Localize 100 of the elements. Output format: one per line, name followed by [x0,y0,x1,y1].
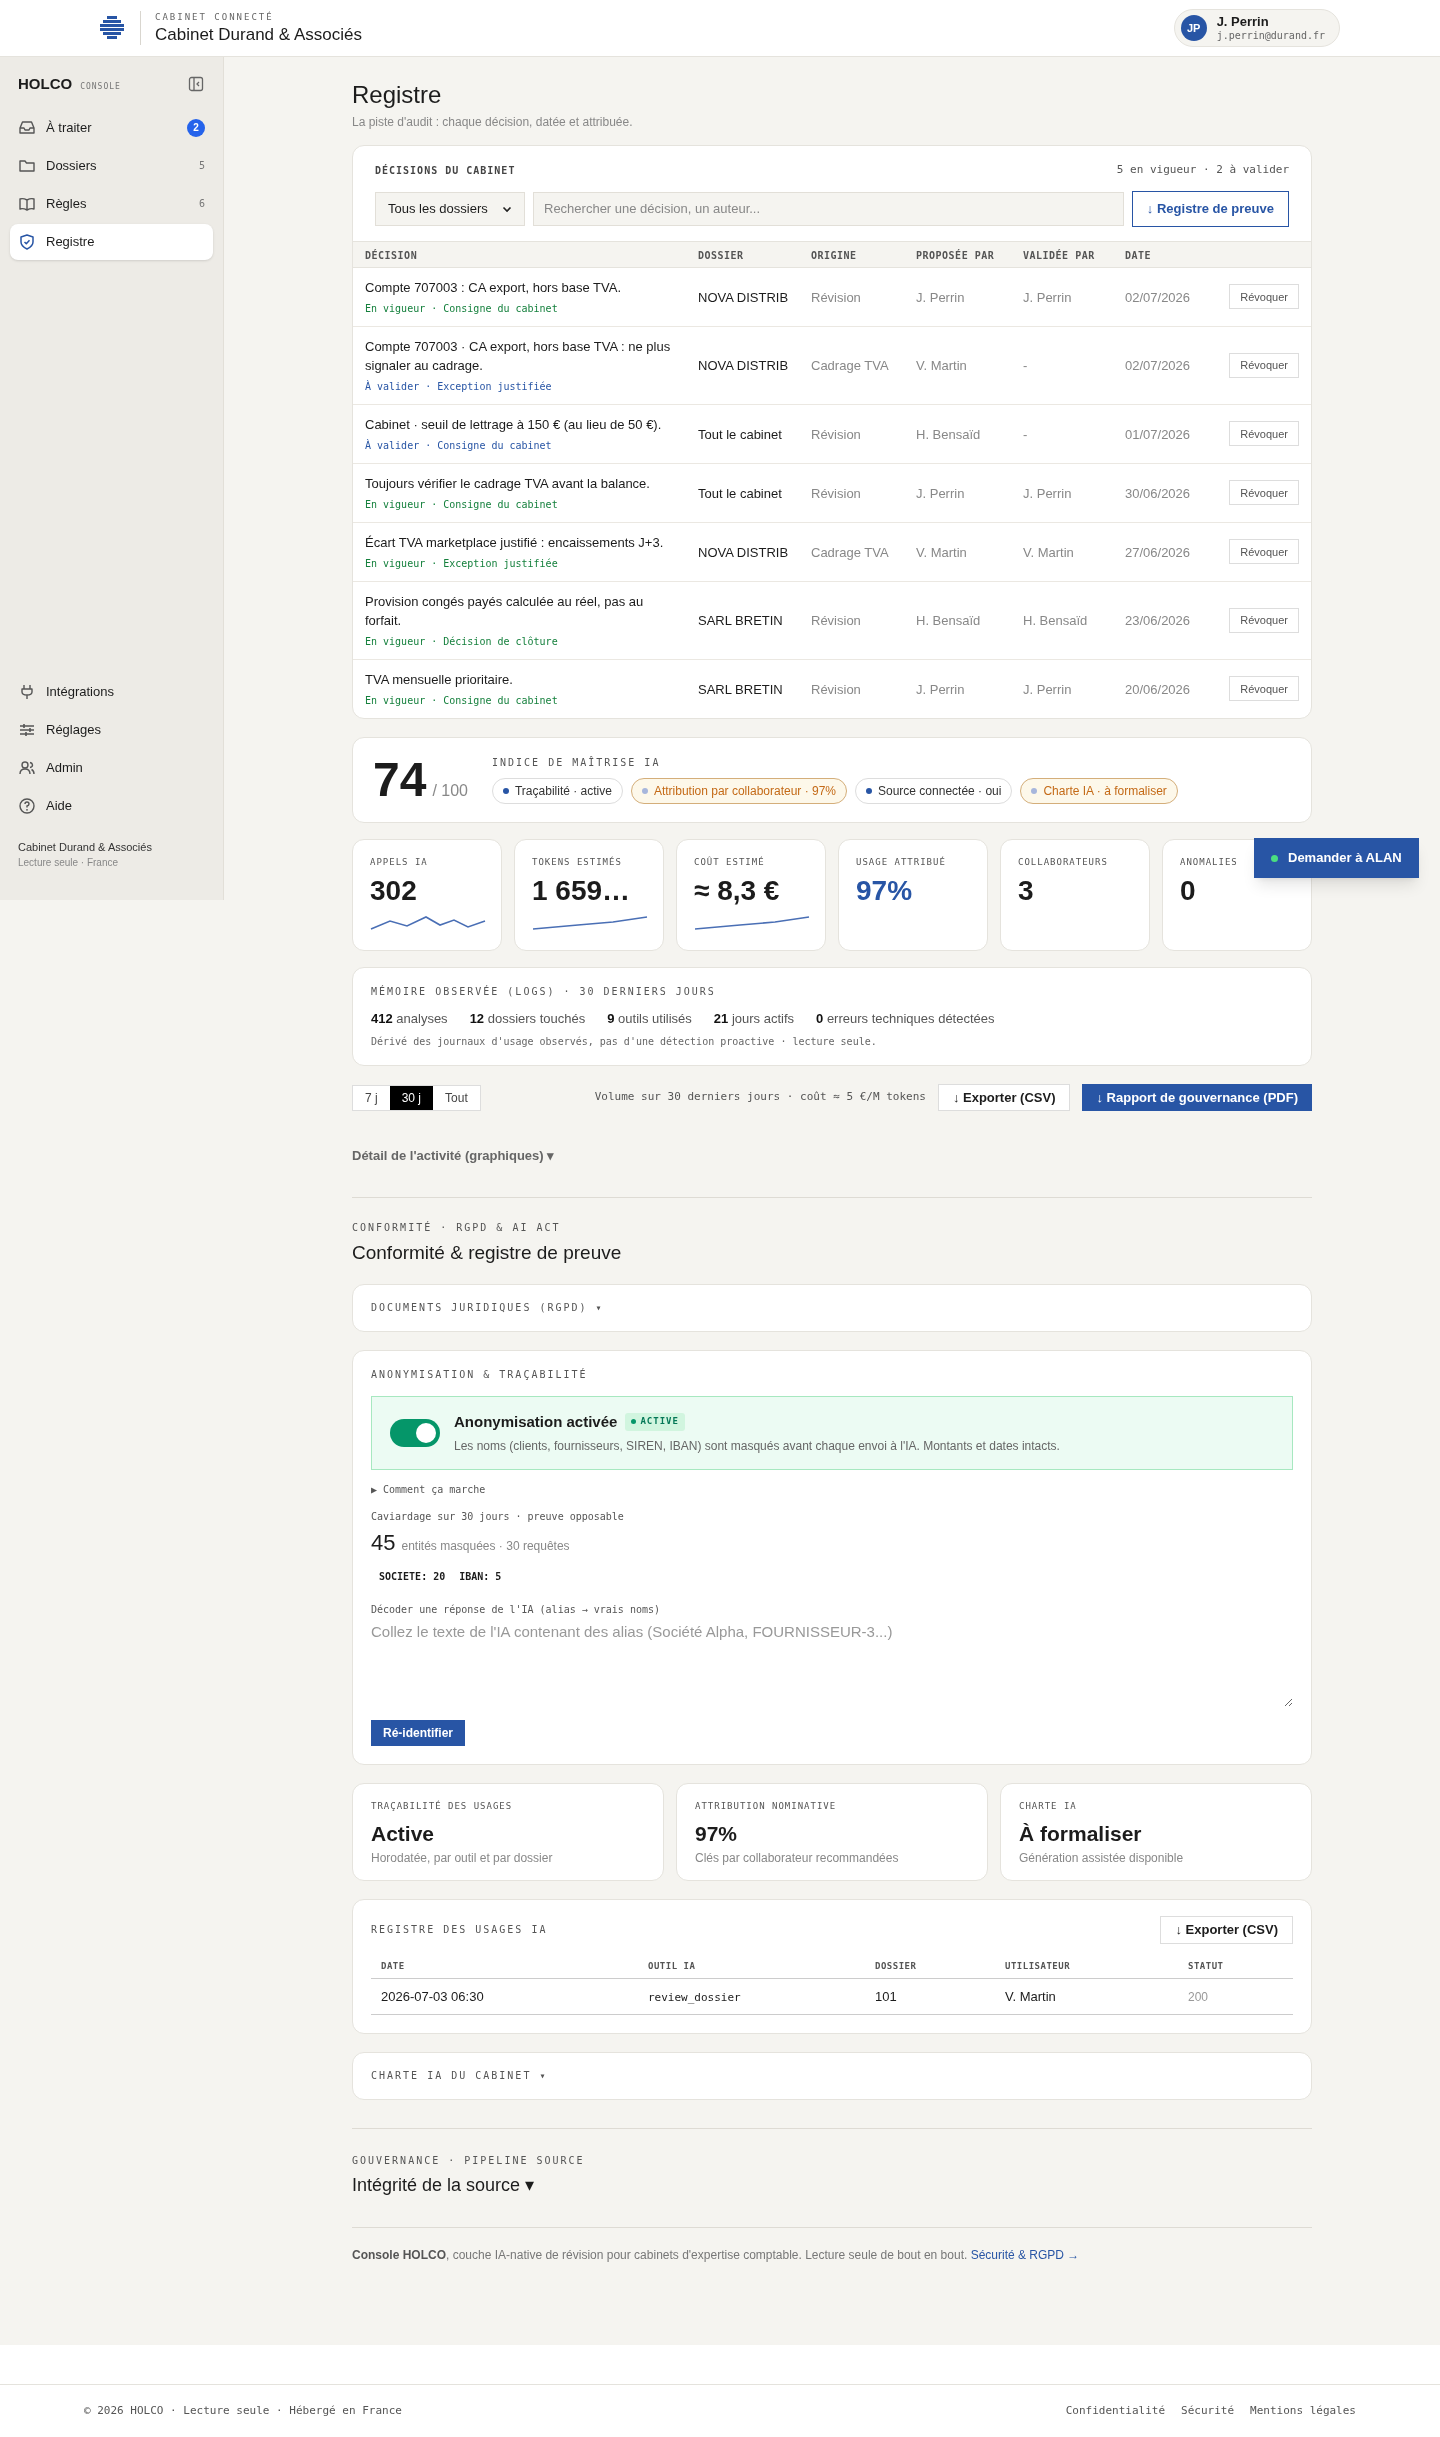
decode-input[interactable]: Collez le texte de l'IA contenant des alias (Société Alpha, FOURNISSEUR-3...) [371,1621,1293,1707]
column-header: STATUT [1188,1960,1224,1971]
range-tab[interactable]: Tout [433,1085,480,1110]
folder-select[interactable]: Tous les dossiers [375,191,525,226]
table-cell: Tout le cabinet [698,426,782,442]
range-tab[interactable]: 30 j [389,1085,434,1110]
export-csv-button[interactable]: ↓ Exporter (CSV) [937,1084,1071,1111]
memory-note: Dérivé des journaux d'usage observés, pas d'une détection proactive · lecture seule. [371,1035,878,1049]
revoke-button[interactable]: Révoquer [1229,284,1299,310]
panel-toggle: CHARTE IA DU CABINET ▾ [371,2068,548,2083]
decision-status: À valider · Exception justifiée [365,379,553,394]
collapse-icon [188,76,204,93]
governance-report-button[interactable]: ↓ Rapport de gouvernance (PDF) [1082,1084,1312,1111]
user-chip[interactable]: JP J. Perrin j.perrin@durand.fr [1173,8,1340,48]
footer-link[interactable]: Sécurité [1181,2403,1235,2420]
collapse-sidebar-button[interactable] [187,75,205,94]
revoke-button[interactable]: Révoquer [1229,352,1299,378]
summary-value: À formaliser [1019,1820,1143,1847]
kpi-label: COLLABORATEURS [1018,855,1108,869]
legal-documents-panel[interactable]: DOCUMENTS JURIDIQUES (RGPD) ▾ [352,1283,1312,1332]
summary-label: ATTRIBUTION NOMINATIVE [695,1800,838,1813]
sidebar-item[interactable]: À traiter 2 [10,109,213,146]
revoke-button[interactable]: Révoquer [1229,676,1299,702]
range-tab[interactable]: 7 j [353,1085,390,1110]
select-value: Tous les dossiers [388,199,488,218]
sidebar-item[interactable]: Aide [10,786,213,825]
sidebar-item[interactable]: Dossiers 5 [10,147,213,184]
proof-register-button[interactable]: ↓ Registre de preuve [1131,190,1289,227]
table-cell: Révision [811,426,861,442]
sidebar-item[interactable]: Réglages [10,710,213,749]
sidebar-label: Registre [46,232,96,251]
table-cell: review_dossier [648,1991,741,2004]
table-cell: V. Martin [916,358,967,373]
toggle-label: Anonymisation activée [454,1411,618,1432]
column-header: VALIDÉE PAR [1023,250,1095,261]
decision-text: Toujours vérifier le cadrage TVA avant la balance. [365,474,651,493]
kpi-value: 1 659… [532,874,631,908]
count-badge: 2 [187,118,205,137]
column-header: DATE [381,1960,405,1971]
table-cell: 200 [1188,1990,1209,2004]
kpi-label: USAGE ATTRIBUÉ [856,855,946,869]
kpi-value: 0 [1180,874,1196,908]
status-chip: Source connectée · oui [855,778,1013,804]
footer-link[interactable]: Mentions légales [1250,2403,1356,2420]
decision-status: En vigueur · Consigne du cabinet [365,693,559,708]
revoke-button[interactable]: Révoquer [1229,480,1299,506]
memory-stat: 21 jours actifs [713,1009,795,1028]
status-chip: Charte IA · à formaliser [1020,778,1178,804]
plug-icon [18,682,36,701]
table-cell: 23/06/2026 [1125,613,1191,628]
search-field[interactable]: Rechercher une décision, un auteur... [533,191,1124,226]
decision-text: Écart TVA marketplace justifié : encaissements J+3. [365,533,665,552]
revoke-button[interactable]: Révoquer [1229,539,1299,565]
table-cell: 30/06/2026 [1125,485,1191,501]
summary-label: CHARTE IA [1019,1800,1078,1813]
score-max: / 100 [432,780,468,801]
volume-note: Volume sur 30 derniers jours · coût ≈ 5 €/M tokens [594,1089,926,1106]
decision-text: Compte 707003 · CA export, hors base TVA : ne plus signaler au cadrage. [365,337,672,375]
active-badge: ACTIVE [625,1412,685,1431]
how-it-works-toggle[interactable]: ▶ Comment ça marche [371,1482,486,1497]
memory-stat: 12 dossiers touchés [469,1009,586,1028]
user-avatar: JP [1180,15,1207,41]
decision-status: En vigueur · Décision de clôture [365,634,559,649]
reidentify-button[interactable]: Ré-identifier [371,1720,465,1746]
table-cell: Cadrage TVA [811,358,889,373]
org-note: Lecture seule · France [18,856,120,870]
kpi-label: ANOMALIES [1180,855,1238,869]
copyright: © 2026 HOLCO · Lecture seule · Hébergé en France [84,2403,402,2420]
charter-panel[interactable]: CHARTE IA DU CABINET ▾ [352,2051,1312,2100]
section-kicker: GOUVERNANCE · PIPELINE SOURCE [352,2153,586,2168]
sidebar-item[interactable]: Admin [10,748,213,787]
anonymization-description: Les noms (clients, fournisseurs, SIREN, IBAN) sont masqués avant chaque envoi à l'IA. Montants et dates intacts. [454,1438,1060,1455]
kpi-value: 97% [856,874,913,908]
activity-details-toggle[interactable]: Détail de l'activité (graphiques) ▾ [352,1146,555,1166]
column-header: ORIGINE [811,250,857,261]
entity-count: SOCIETE: 20 [379,1570,446,1584]
export-csv-button[interactable]: ↓ Exporter (CSV) [1160,1916,1293,1944]
table-cell: J. Perrin [1023,289,1072,305]
masked-label: entités masquées · 30 requêtes [401,1538,570,1555]
sidebar-item[interactable]: Règles 6 [10,185,213,222]
sidebar-item[interactable]: Registre [10,223,213,260]
section-label: MÉMOIRE OBSERVÉE (LOGS) · 30 DERNIERS JOURS [371,984,717,999]
decision-status: En vigueur · Consigne du cabinet [365,301,559,316]
revoke-button[interactable]: Révoquer [1229,607,1299,633]
ask-alan-button[interactable]: Demander à ALAN [1254,838,1419,878]
table-cell: J. Perrin [1023,681,1072,697]
memory-stat: 9 outils utilisés [607,1009,692,1028]
sidebar-item[interactable]: Intégrations [10,672,213,711]
anonymization-toggle[interactable] [390,1418,440,1447]
column-header: OUTIL IA [648,1960,696,1971]
redaction-title: Caviardage sur 30 jours · preuve opposable [371,1510,625,1524]
footer-link[interactable]: Confidentialité [1065,2403,1166,2420]
section-title: Conformité & registre de preuve [352,1241,623,1265]
source-integrity-toggle[interactable]: Intégrité de la source ▾ [352,2171,1312,2199]
table-cell: V. Martin [1023,544,1074,560]
security-link[interactable]: Sécurité & RGPD → [970,2247,1080,2262]
entity-count: IBAN: 5 [459,1570,502,1584]
summary-note: Génération assistée disponible [1019,1850,1185,1867]
users-icon [18,758,36,777]
revoke-button[interactable]: Révoquer [1229,421,1299,447]
